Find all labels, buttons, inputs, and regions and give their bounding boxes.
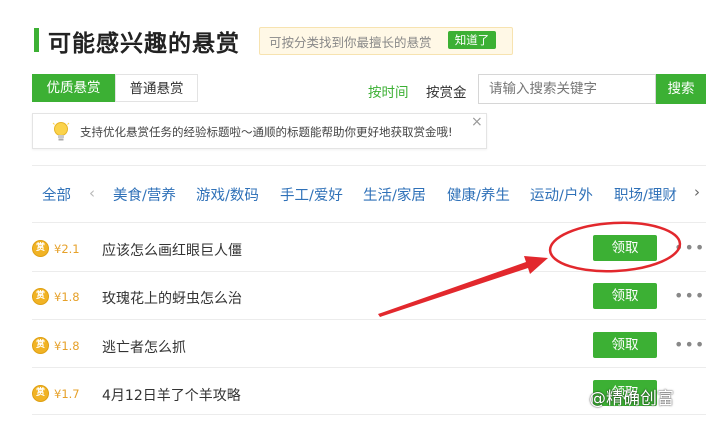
annotation-overlay bbox=[378, 221, 682, 317]
watermark: @精确创富 bbox=[589, 389, 674, 409]
annotation-arrow bbox=[378, 256, 548, 317]
annotation-circle bbox=[548, 221, 682, 273]
